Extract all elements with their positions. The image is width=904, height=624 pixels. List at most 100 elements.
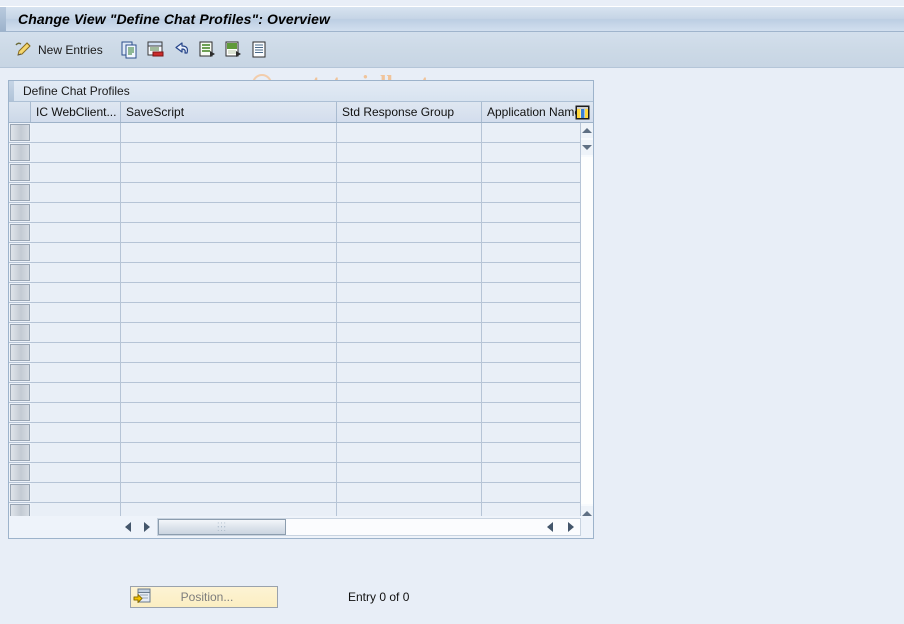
row-selector-button[interactable] xyxy=(10,224,30,241)
column-configuration-icon[interactable] xyxy=(575,105,590,120)
table-cell-ic_webclient[interactable] xyxy=(31,123,121,142)
column-header-ic-webclient[interactable]: IC WebClient... xyxy=(31,102,121,122)
table-cell-savescript[interactable] xyxy=(121,183,337,202)
table-cell-application_name[interactable] xyxy=(482,343,593,362)
row-selector-button[interactable] xyxy=(10,324,30,341)
table-cell-ic_webclient[interactable] xyxy=(31,303,121,322)
table-cell-application_name[interactable] xyxy=(482,203,593,222)
table-cell-application_name[interactable] xyxy=(482,283,593,302)
horizontal-scroll-thumb[interactable]: :::::: xyxy=(158,519,286,535)
table-cell-application_name[interactable] xyxy=(482,143,593,162)
table-cell-application_name[interactable] xyxy=(482,263,593,282)
table-cell-savescript[interactable] xyxy=(121,143,337,162)
row-selector-button[interactable] xyxy=(10,364,30,381)
table-cell-std_response_group[interactable] xyxy=(337,443,482,462)
table-cell-ic_webclient[interactable] xyxy=(31,463,121,482)
table-cell-application_name[interactable] xyxy=(482,123,593,142)
table-cell-savescript[interactable] xyxy=(121,403,337,422)
undo-button[interactable] xyxy=(169,37,195,63)
row-selector-button[interactable] xyxy=(10,244,30,261)
table-cell-ic_webclient[interactable] xyxy=(31,323,121,342)
copy-as-button[interactable] xyxy=(117,37,143,63)
table-cell-std_response_group[interactable] xyxy=(337,323,482,342)
table-cell-savescript[interactable] xyxy=(121,483,337,502)
table-cell-std_response_group[interactable] xyxy=(337,183,482,202)
row-selector-button[interactable] xyxy=(10,404,30,421)
table-row[interactable] xyxy=(9,183,593,203)
table-cell-ic_webclient[interactable] xyxy=(31,183,121,202)
table-row[interactable] xyxy=(9,283,593,303)
table-cell-ic_webclient[interactable] xyxy=(31,343,121,362)
table-row[interactable] xyxy=(9,423,593,443)
row-selector-button[interactable] xyxy=(10,284,30,301)
row-selector-button[interactable] xyxy=(10,144,30,161)
table-cell-application_name[interactable] xyxy=(482,443,593,462)
column-header-savescript[interactable]: SaveScript xyxy=(121,102,337,122)
row-selector-button[interactable] xyxy=(10,124,30,141)
table-row[interactable] xyxy=(9,483,593,503)
table-cell-std_response_group[interactable] xyxy=(337,123,482,142)
table-row[interactable] xyxy=(9,303,593,323)
table-cell-ic_webclient[interactable] xyxy=(31,163,121,182)
table-cell-savescript[interactable] xyxy=(121,383,337,402)
variant-button[interactable] xyxy=(247,37,273,63)
table-row[interactable] xyxy=(9,123,593,143)
scroll-down-button-top[interactable] xyxy=(581,140,593,155)
table-row[interactable] xyxy=(9,343,593,363)
table-row[interactable] xyxy=(9,463,593,483)
row-selector-button[interactable] xyxy=(10,424,30,441)
table-cell-std_response_group[interactable] xyxy=(337,463,482,482)
table-cell-std_response_group[interactable] xyxy=(337,403,482,422)
table-cell-application_name[interactable] xyxy=(482,223,593,242)
table-cell-std_response_group[interactable] xyxy=(337,423,482,442)
table-row[interactable] xyxy=(9,223,593,243)
table-cell-savescript[interactable] xyxy=(121,443,337,462)
table-row[interactable] xyxy=(9,443,593,463)
table-cell-ic_webclient[interactable] xyxy=(31,203,121,222)
table-cell-application_name[interactable] xyxy=(482,383,593,402)
column-header-selector[interactable] xyxy=(9,102,31,122)
row-selector-button[interactable] xyxy=(10,344,30,361)
table-cell-savescript[interactable] xyxy=(121,303,337,322)
display-change-button[interactable] xyxy=(10,37,36,63)
table-cell-application_name[interactable] xyxy=(482,323,593,342)
select-all-button[interactable] xyxy=(195,37,221,63)
table-row[interactable] xyxy=(9,143,593,163)
table-cell-savescript[interactable] xyxy=(121,123,337,142)
row-selector-button[interactable] xyxy=(10,304,30,321)
table-cell-ic_webclient[interactable] xyxy=(31,143,121,162)
row-selector-button[interactable] xyxy=(10,264,30,281)
table-cell-application_name[interactable] xyxy=(482,423,593,442)
table-row[interactable] xyxy=(9,163,593,183)
table-cell-application_name[interactable] xyxy=(482,483,593,502)
row-selector-button[interactable] xyxy=(10,484,30,501)
table-cell-savescript[interactable] xyxy=(121,283,337,302)
table-cell-application_name[interactable] xyxy=(482,243,593,262)
table-cell-application_name[interactable] xyxy=(482,363,593,382)
table-cell-std_response_group[interactable] xyxy=(337,143,482,162)
table-row[interactable] xyxy=(9,323,593,343)
scroll-right-button[interactable] xyxy=(138,519,155,535)
position-button[interactable]: Position... xyxy=(130,586,278,608)
table-cell-savescript[interactable] xyxy=(121,243,337,262)
scroll-right-button-far[interactable] xyxy=(562,519,579,535)
table-cell-std_response_group[interactable] xyxy=(337,263,482,282)
table-cell-savescript[interactable] xyxy=(121,423,337,442)
table-cell-application_name[interactable] xyxy=(482,463,593,482)
table-cell-savescript[interactable] xyxy=(121,203,337,222)
row-selector-button[interactable] xyxy=(10,464,30,481)
table-cell-ic_webclient[interactable] xyxy=(31,403,121,422)
deselect-all-button[interactable] xyxy=(221,37,247,63)
table-cell-ic_webclient[interactable] xyxy=(31,483,121,502)
table-cell-ic_webclient[interactable] xyxy=(31,443,121,462)
table-vertical-scrollbar[interactable] xyxy=(580,123,593,538)
table-cell-savescript[interactable] xyxy=(121,363,337,382)
table-cell-std_response_group[interactable] xyxy=(337,203,482,222)
column-header-std-response-group[interactable]: Std Response Group xyxy=(337,102,482,122)
table-cell-ic_webclient[interactable] xyxy=(31,243,121,262)
table-row[interactable] xyxy=(9,403,593,423)
vertical-scroll-track[interactable] xyxy=(581,157,593,504)
table-row[interactable] xyxy=(9,203,593,223)
table-cell-std_response_group[interactable] xyxy=(337,383,482,402)
row-selector-button[interactable] xyxy=(10,164,30,181)
